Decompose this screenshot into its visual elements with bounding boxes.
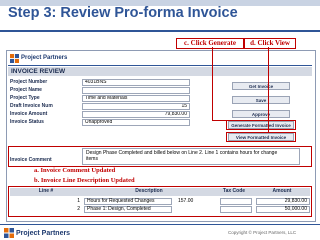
annotation-invoice-comment: a. Invoice Comment Updated [34,167,116,174]
footer-logo-text: Project Partners [16,229,71,237]
slide-title: Step 3: Review Pro-forma Invoice [8,5,238,21]
project-number-field[interactable]: 4031BNS [82,79,190,86]
column-header-line: Line # [38,188,54,194]
app-logo: Project Partners [10,53,67,63]
invoice-amount-field[interactable]: 79,830.00 [82,111,190,118]
generate-highlight-box [226,120,296,130]
generate-callout-connector-h [212,120,226,121]
invoice-comment-label: Invoice Comment [10,157,52,163]
invoice-status-label: Invoice Status [10,119,44,125]
draft-invoice-num-field[interactable]: 15 [82,103,190,110]
project-name-label: Project Name [10,87,42,93]
draft-invoice-num-label: Draft Invoice Num [10,103,53,109]
generate-callout-connector [212,47,213,120]
invoice-amount-label: Invoice Amount [10,111,48,117]
project-type-label: Project Type [10,95,40,101]
section-heading: INVOICE REVIEW [8,67,312,76]
invoice-comment-line-2: items [86,156,98,162]
app-logo-text: Project Partners [21,55,68,61]
view-callout-connector [268,47,269,132]
table-row-1-line: 1 [77,198,80,204]
table-row-2-description[interactable]: Phase 1: Design, Completed [84,206,172,213]
project-number-label: Project Number [10,79,48,85]
column-header-amount: Amount [272,188,292,194]
project-partners-logo-icon [10,53,19,63]
annotation-line-description: b. Invoice Line Description Updated [34,177,135,184]
save-button[interactable]: Save [232,96,290,104]
footer-divider [0,224,320,225]
footer-logo: Project Partners [4,228,70,238]
table-row-1-description[interactable]: Hours for Requested Changes [84,198,172,205]
table-row-1-quantity: 157.00 [178,198,194,204]
callout-click-view: d. Click View [244,38,296,49]
table-row-1-tax-code[interactable] [220,198,252,205]
invoice-comment-field[interactable]: Design Phase Completed and billed below … [82,148,300,165]
table-row-2-line: 2 [77,206,80,212]
column-header-description: Description [135,188,163,194]
project-type-field[interactable]: Time and Materials [82,95,190,102]
get-invoice-button[interactable]: Get Invoice [232,82,290,90]
table-row-1-amount[interactable]: 29,830.00 [256,198,310,205]
view-highlight-box [226,132,296,142]
table-row-2-tax-code[interactable] [220,206,252,213]
callout-click-generate: c. Click Generate [176,38,244,49]
invoice-status-field[interactable]: Unapproved [82,119,190,126]
copyright-text: Copyright © Project Partners, LLC [228,230,297,235]
app-header-divider [8,65,312,66]
table-row-2-amount[interactable]: 50,000.00 [256,206,310,213]
column-header-tax-code: Tax Code [222,188,246,194]
title-divider [0,30,320,32]
approve-button[interactable]: Approve [232,110,290,118]
invoice-comment-line-1: Design Phase Completed and billed below … [86,150,278,156]
footer-logo-icon [4,228,14,238]
project-name-field[interactable] [82,87,190,94]
